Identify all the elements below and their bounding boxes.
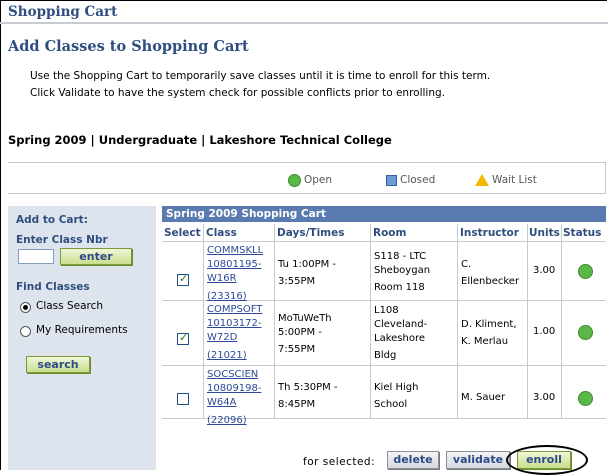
instructor: D. Kliment, K. Merlau <box>461 319 517 347</box>
open-status-icon <box>288 174 301 187</box>
col-divider <box>561 224 562 418</box>
col-select: Select <box>164 227 201 239</box>
instructor: M. Sauer <box>461 392 506 403</box>
days-times: Tu 1:00PM -3:55PM <box>278 259 337 287</box>
delete-button[interactable]: delete <box>387 451 439 469</box>
legend-open-label: Open <box>304 174 333 186</box>
for-selected-label: for selected: <box>303 456 376 468</box>
add-to-cart-label: Add to Cart: <box>16 214 88 226</box>
find-classes-label: Find Classes <box>16 281 90 293</box>
row-select-checkbox[interactable]: ✓ <box>177 272 189 286</box>
class-link[interactable]: COMMSKLL 10801195- W16R (23316) <box>207 244 263 304</box>
col-room: Room <box>373 227 407 239</box>
col-units: Units <box>529 227 560 239</box>
legend-closed-label: Closed <box>400 174 436 186</box>
header-divider <box>0 22 608 24</box>
enter-class-nbr-label: Enter Class Nbr <box>16 234 108 246</box>
instructions-line-2: Click Validate to have the system check … <box>30 87 446 99</box>
units: 3.00 <box>533 392 556 403</box>
open-status-icon <box>578 264 593 279</box>
col-instructor: Instructor <box>460 227 519 239</box>
class-search-radio[interactable] <box>20 302 31 313</box>
row-divider <box>162 241 606 242</box>
term-info: Spring 2009 | Undergraduate | Lakeshore … <box>8 133 392 147</box>
legend-waitlist-label: Wait List <box>492 174 537 186</box>
col-divider <box>527 224 528 418</box>
days-times: MoTuWeTh 5:00PM -7:55PM <box>278 313 332 355</box>
check-icon: ✓ <box>179 272 189 285</box>
class-link[interactable]: SOCSCIEN 10809198- W64A (22096) <box>207 368 262 428</box>
waitlist-status-icon <box>475 174 489 186</box>
instructor: C. Ellenbecker <box>461 259 520 287</box>
col-divider <box>274 224 275 418</box>
class-link[interactable]: COMPSOFT 10103172- W72D (21021) <box>207 303 262 363</box>
instructions-line-1: Use the Shopping Cart to temporarily sav… <box>30 70 491 82</box>
row-divider <box>162 365 606 366</box>
validate-button[interactable]: validate <box>446 451 510 469</box>
col-days-times: Days/Times <box>277 227 345 239</box>
col-divider <box>457 224 458 418</box>
header-title: Shopping Cart <box>8 4 118 20</box>
units: 1.00 <box>533 326 556 337</box>
my-requirements-radio[interactable] <box>20 326 31 337</box>
open-status-icon <box>578 325 593 340</box>
col-status: Status <box>563 227 602 239</box>
search-button[interactable]: search <box>26 356 90 373</box>
units: 3.00 <box>533 265 556 276</box>
room: Kiel High School <box>374 382 419 410</box>
class-nbr-input[interactable] <box>18 249 54 264</box>
closed-status-icon <box>386 175 397 186</box>
enter-button[interactable]: enter <box>60 248 132 265</box>
col-class: Class <box>206 227 237 239</box>
room: S118 - LTC Sheboygan Room 118 <box>374 251 431 293</box>
row-select-checkbox[interactable] <box>177 393 189 405</box>
days-times: Th 5:30PM -8:45PM <box>278 382 338 410</box>
open-status-icon <box>578 391 593 406</box>
check-icon: ✓ <box>179 331 189 344</box>
cart-header: Spring 2009 Shopping Cart <box>162 206 606 222</box>
class-search-label: Class Search <box>36 300 104 312</box>
room: L108 Cleveland- Lakeshore Bldg <box>374 305 428 361</box>
col-divider <box>370 224 371 418</box>
my-requirements-label: My Requirements <box>36 324 128 336</box>
col-divider <box>203 224 204 418</box>
row-select-checkbox[interactable]: ✓ <box>177 331 189 345</box>
page-title: Add Classes to Shopping Cart <box>8 38 249 55</box>
